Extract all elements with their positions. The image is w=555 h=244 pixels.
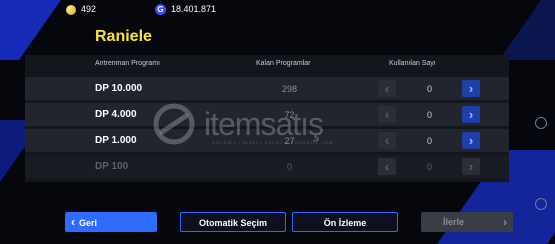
remaining-count: 298 xyxy=(281,84,298,94)
side-indicator-icon xyxy=(535,198,547,210)
used-count: 0 xyxy=(426,110,432,120)
used-count: 0 xyxy=(426,136,432,146)
remaining-count: 27 xyxy=(284,136,295,146)
used-count: 0 xyxy=(426,84,432,94)
gp-balance: 18.401.871 xyxy=(171,4,217,14)
column-header-used: Kullanılan Sayı xyxy=(389,60,436,67)
coin-icon xyxy=(66,5,76,15)
decrease-button[interactable]: ‹ xyxy=(378,106,396,123)
increase-button[interactable]: › xyxy=(462,106,480,123)
program-name: DP 4.000 xyxy=(95,109,137,120)
decrease-button[interactable]: ‹ xyxy=(378,158,396,175)
program-row[interactable]: DP 100 0 ‹ 0 › xyxy=(25,155,509,178)
program-name: DP 100 xyxy=(95,161,129,172)
program-name: DP 10.000 xyxy=(95,83,143,94)
chevron-left-icon: ‹ xyxy=(71,215,75,229)
currency-bar: 492 G 18.401.871 xyxy=(0,0,555,22)
program-name: DP 1.000 xyxy=(95,135,137,146)
increase-button[interactable]: › xyxy=(462,80,480,97)
increase-button[interactable]: › xyxy=(462,132,480,149)
back-label: Geri xyxy=(79,218,98,228)
coin-balance: 492 xyxy=(81,4,97,14)
auto-select-button[interactable]: Otomatik Seçim xyxy=(180,212,286,232)
decrease-button[interactable]: ‹ xyxy=(378,80,396,97)
used-count: 0 xyxy=(426,162,432,172)
remaining-count: 72 xyxy=(284,110,295,120)
next-button[interactable]: İlerle › xyxy=(421,212,513,232)
decrease-button[interactable]: ‹ xyxy=(378,132,396,149)
program-row[interactable]: DP 1.000 27 ‹ 0 › xyxy=(25,129,509,152)
side-indicator-icon xyxy=(535,117,547,129)
program-row[interactable]: DP 4.000 72 ‹ 0 › xyxy=(25,103,509,126)
next-label: İlerle xyxy=(443,217,465,227)
preview-button[interactable]: Ön İzleme xyxy=(292,212,398,232)
increase-button[interactable]: › xyxy=(462,158,480,175)
player-name: Raniele xyxy=(95,28,152,45)
remaining-count: 0 xyxy=(286,162,292,172)
column-header-remaining: Kalan Programlar xyxy=(256,60,311,67)
back-button[interactable]: ‹ Geri xyxy=(65,212,157,232)
chevron-right-icon: › xyxy=(503,215,507,229)
gp-icon: G xyxy=(155,4,166,15)
column-header-program: Antrenman Programı xyxy=(95,60,160,67)
program-row[interactable]: DP 10.000 298 ‹ 0 › xyxy=(25,77,509,100)
